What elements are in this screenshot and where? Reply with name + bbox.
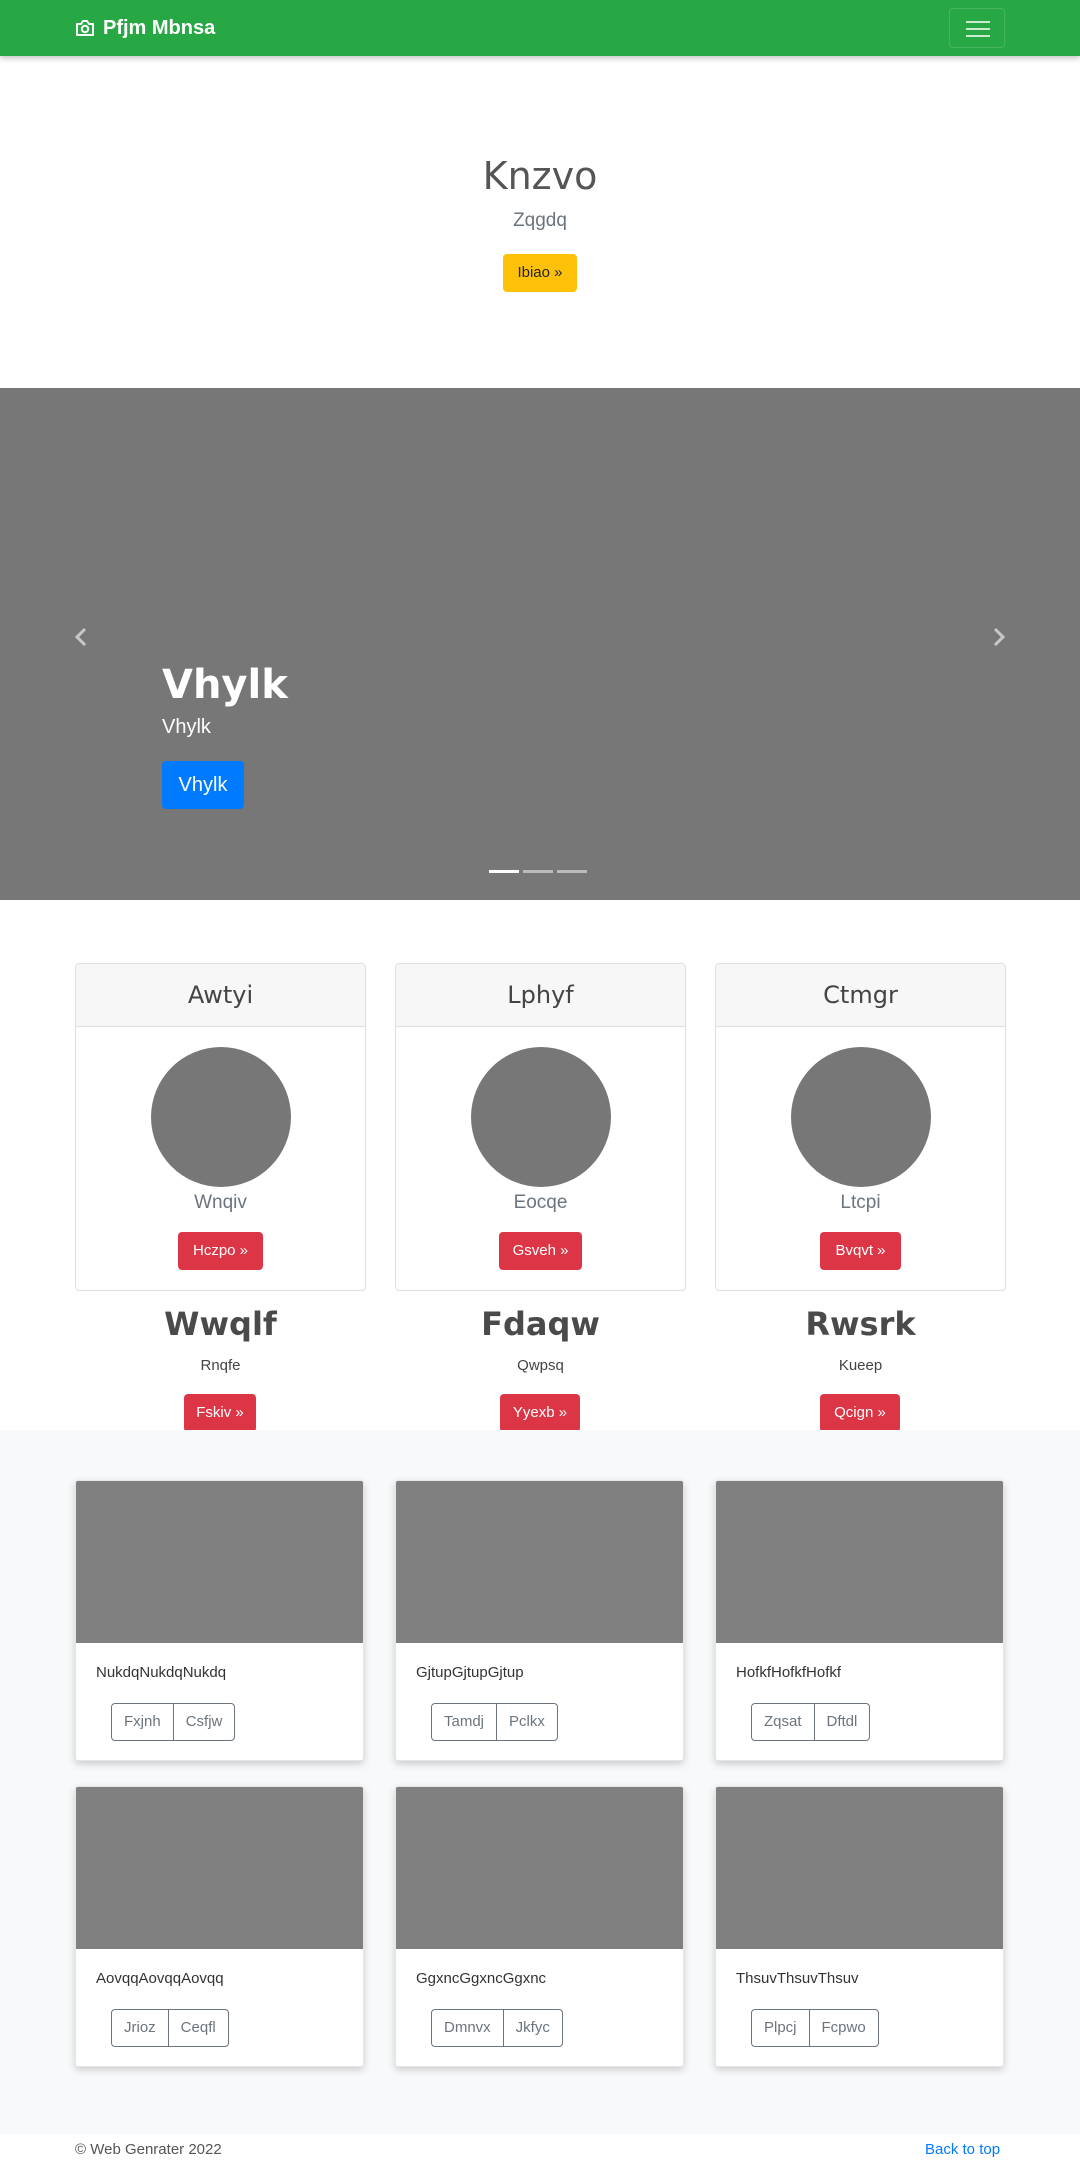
navbar-brand[interactable]: Pfjm Mbnsa <box>75 16 215 40</box>
feature-text: Kueep <box>838 1357 883 1374</box>
thumbnail-image <box>396 1787 683 1949</box>
card-button[interactable]: Hczpo » <box>178 1232 263 1270</box>
card-text: ThsuvThsuvThsuv <box>736 1970 859 1987</box>
carousel-indicator-3[interactable] <box>557 870 587 873</box>
button-group: Jrioz Ceqfl <box>111 2009 229 2047</box>
card-text: GjtupGjtupGjtup <box>416 1664 524 1681</box>
card-button[interactable]: Csfjw <box>172 1704 235 1740</box>
feature-button[interactable]: Yyexb » <box>500 1394 580 1432</box>
placeholder-image <box>791 1047 931 1187</box>
feature-title: Rwsrk <box>805 1305 916 1343</box>
feature-title: Wwqlf <box>164 1305 277 1343</box>
hero-title: Knzvo <box>482 154 598 198</box>
card-subtitle: Wnqiv <box>194 1192 247 1213</box>
feature-button[interactable]: Fskiv » <box>184 1394 256 1432</box>
pricing-card: Awtyi Wnqiv Hczpo » <box>75 963 366 1291</box>
footer-copyright: © Web Genrater 2022 <box>75 2141 222 2158</box>
card-button[interactable]: Bvqvt » <box>820 1232 901 1270</box>
album-card: NukdqNukdqNukdq Fxjnh Csfjw <box>75 1480 364 1761</box>
card-button[interactable]: Fxjnh <box>112 1704 173 1740</box>
feature-column: Wwqlf Rnqfe <box>75 1305 366 1374</box>
album-card: ThsuvThsuvThsuv Plpcj Fcpwo <box>715 1786 1004 2067</box>
thumbnail-image <box>716 1787 1003 1949</box>
feature-title: Fdaqw <box>481 1305 600 1343</box>
card-header: Lphyf <box>396 964 685 1027</box>
card-header: Ctmgr <box>716 964 1005 1027</box>
carousel-title: Vhylk <box>162 662 288 708</box>
carousel-caption: Vhylk Vhylk Vhylk <box>162 662 288 809</box>
thumbnail-image <box>396 1481 683 1643</box>
card-text: NukdqNukdqNukdq <box>96 1664 227 1681</box>
camera-icon <box>76 20 94 36</box>
thumbnail-image <box>716 1481 1003 1643</box>
card-button[interactable]: Gsveh » <box>499 1232 582 1270</box>
navbar: Pfjm Mbnsa <box>0 0 1080 56</box>
button-group: Plpcj Fcpwo <box>751 2009 879 2047</box>
card-text: AovqqAovqqAovqq <box>96 1970 224 1987</box>
card-button[interactable]: Dftdl <box>813 1704 870 1740</box>
card-button[interactable]: Fcpwo <box>808 2010 878 2046</box>
carousel: Vhylk Vhylk Vhylk <box>0 388 1080 900</box>
album-card: GgxncGgxncGgxnc Dmnvx Jkfyc <box>395 1786 684 2067</box>
button-group: Dmnvx Jkfyc <box>431 2009 563 2047</box>
card-button[interactable]: Jrioz <box>112 2010 168 2046</box>
thumbnail-image <box>76 1787 363 1949</box>
card-button[interactable]: Ceqfl <box>167 2010 228 2046</box>
card-text: HofkfHofkfHofkf <box>736 1664 842 1681</box>
hero-button[interactable]: Ibiao » <box>503 254 577 292</box>
pricing-card: Lphyf Eocqe Gsveh » <box>395 963 686 1291</box>
feature-button[interactable]: Qcign » <box>820 1394 900 1432</box>
chevron-right-icon[interactable] <box>990 626 1008 648</box>
hero-section: Knzvo Zqgdq Ibiao » <box>0 56 1080 388</box>
carousel-indicator-2[interactable] <box>523 870 553 873</box>
placeholder-image <box>471 1047 611 1187</box>
feature-text: Rnqfe <box>200 1357 241 1374</box>
card-button[interactable]: Pclkx <box>496 1704 557 1740</box>
pricing-card: Ctmgr Ltcpi Bvqvt » <box>715 963 1006 1291</box>
card-subtitle: Eocqe <box>513 1192 568 1213</box>
album-card: HofkfHofkfHofkf Zqsat Dftdl <box>715 1480 1004 1761</box>
card-button[interactable]: Dmnvx <box>432 2010 503 2046</box>
album-card: AovqqAovqqAovqq Jrioz Ceqfl <box>75 1786 364 2067</box>
button-group: Fxjnh Csfjw <box>111 1703 236 1741</box>
album-section: NukdqNukdqNukdq Fxjnh Csfjw GjtupGjtupGj… <box>0 1430 1080 2134</box>
back-to-top-link[interactable]: Back to top <box>925 2141 1000 2158</box>
card-button[interactable]: Tamdj <box>432 1704 496 1740</box>
card-subtitle: Ltcpi <box>840 1192 881 1213</box>
carousel-indicators <box>489 870 587 873</box>
chevron-left-icon[interactable] <box>72 626 90 648</box>
hero-subtitle: Zqgdq <box>513 210 567 231</box>
button-group: Zqsat Dftdl <box>751 1703 871 1741</box>
feature-text: Qwpsq <box>517 1357 564 1374</box>
carousel-button[interactable]: Vhylk <box>162 761 244 809</box>
navbar-toggler-button[interactable] <box>949 8 1005 48</box>
placeholder-image <box>151 1047 291 1187</box>
card-button[interactable]: Zqsat <box>752 1704 814 1740</box>
album-card: GjtupGjtupGjtup Tamdj Pclkx <box>395 1480 684 1761</box>
brand-label: Pfjm Mbnsa <box>103 16 216 39</box>
button-group: Tamdj Pclkx <box>431 1703 558 1741</box>
feature-column: Rwsrk Kueep <box>715 1305 1006 1374</box>
carousel-text: Vhylk <box>162 716 211 738</box>
feature-column: Fdaqw Qwpsq <box>395 1305 686 1374</box>
card-header: Awtyi <box>76 964 365 1027</box>
carousel-indicator-1[interactable] <box>489 870 519 873</box>
card-button[interactable]: Plpcj <box>752 2010 809 2046</box>
card-text: GgxncGgxncGgxnc <box>416 1970 547 1987</box>
card-button[interactable]: Jkfyc <box>502 2010 562 2046</box>
thumbnail-image <box>76 1481 363 1643</box>
